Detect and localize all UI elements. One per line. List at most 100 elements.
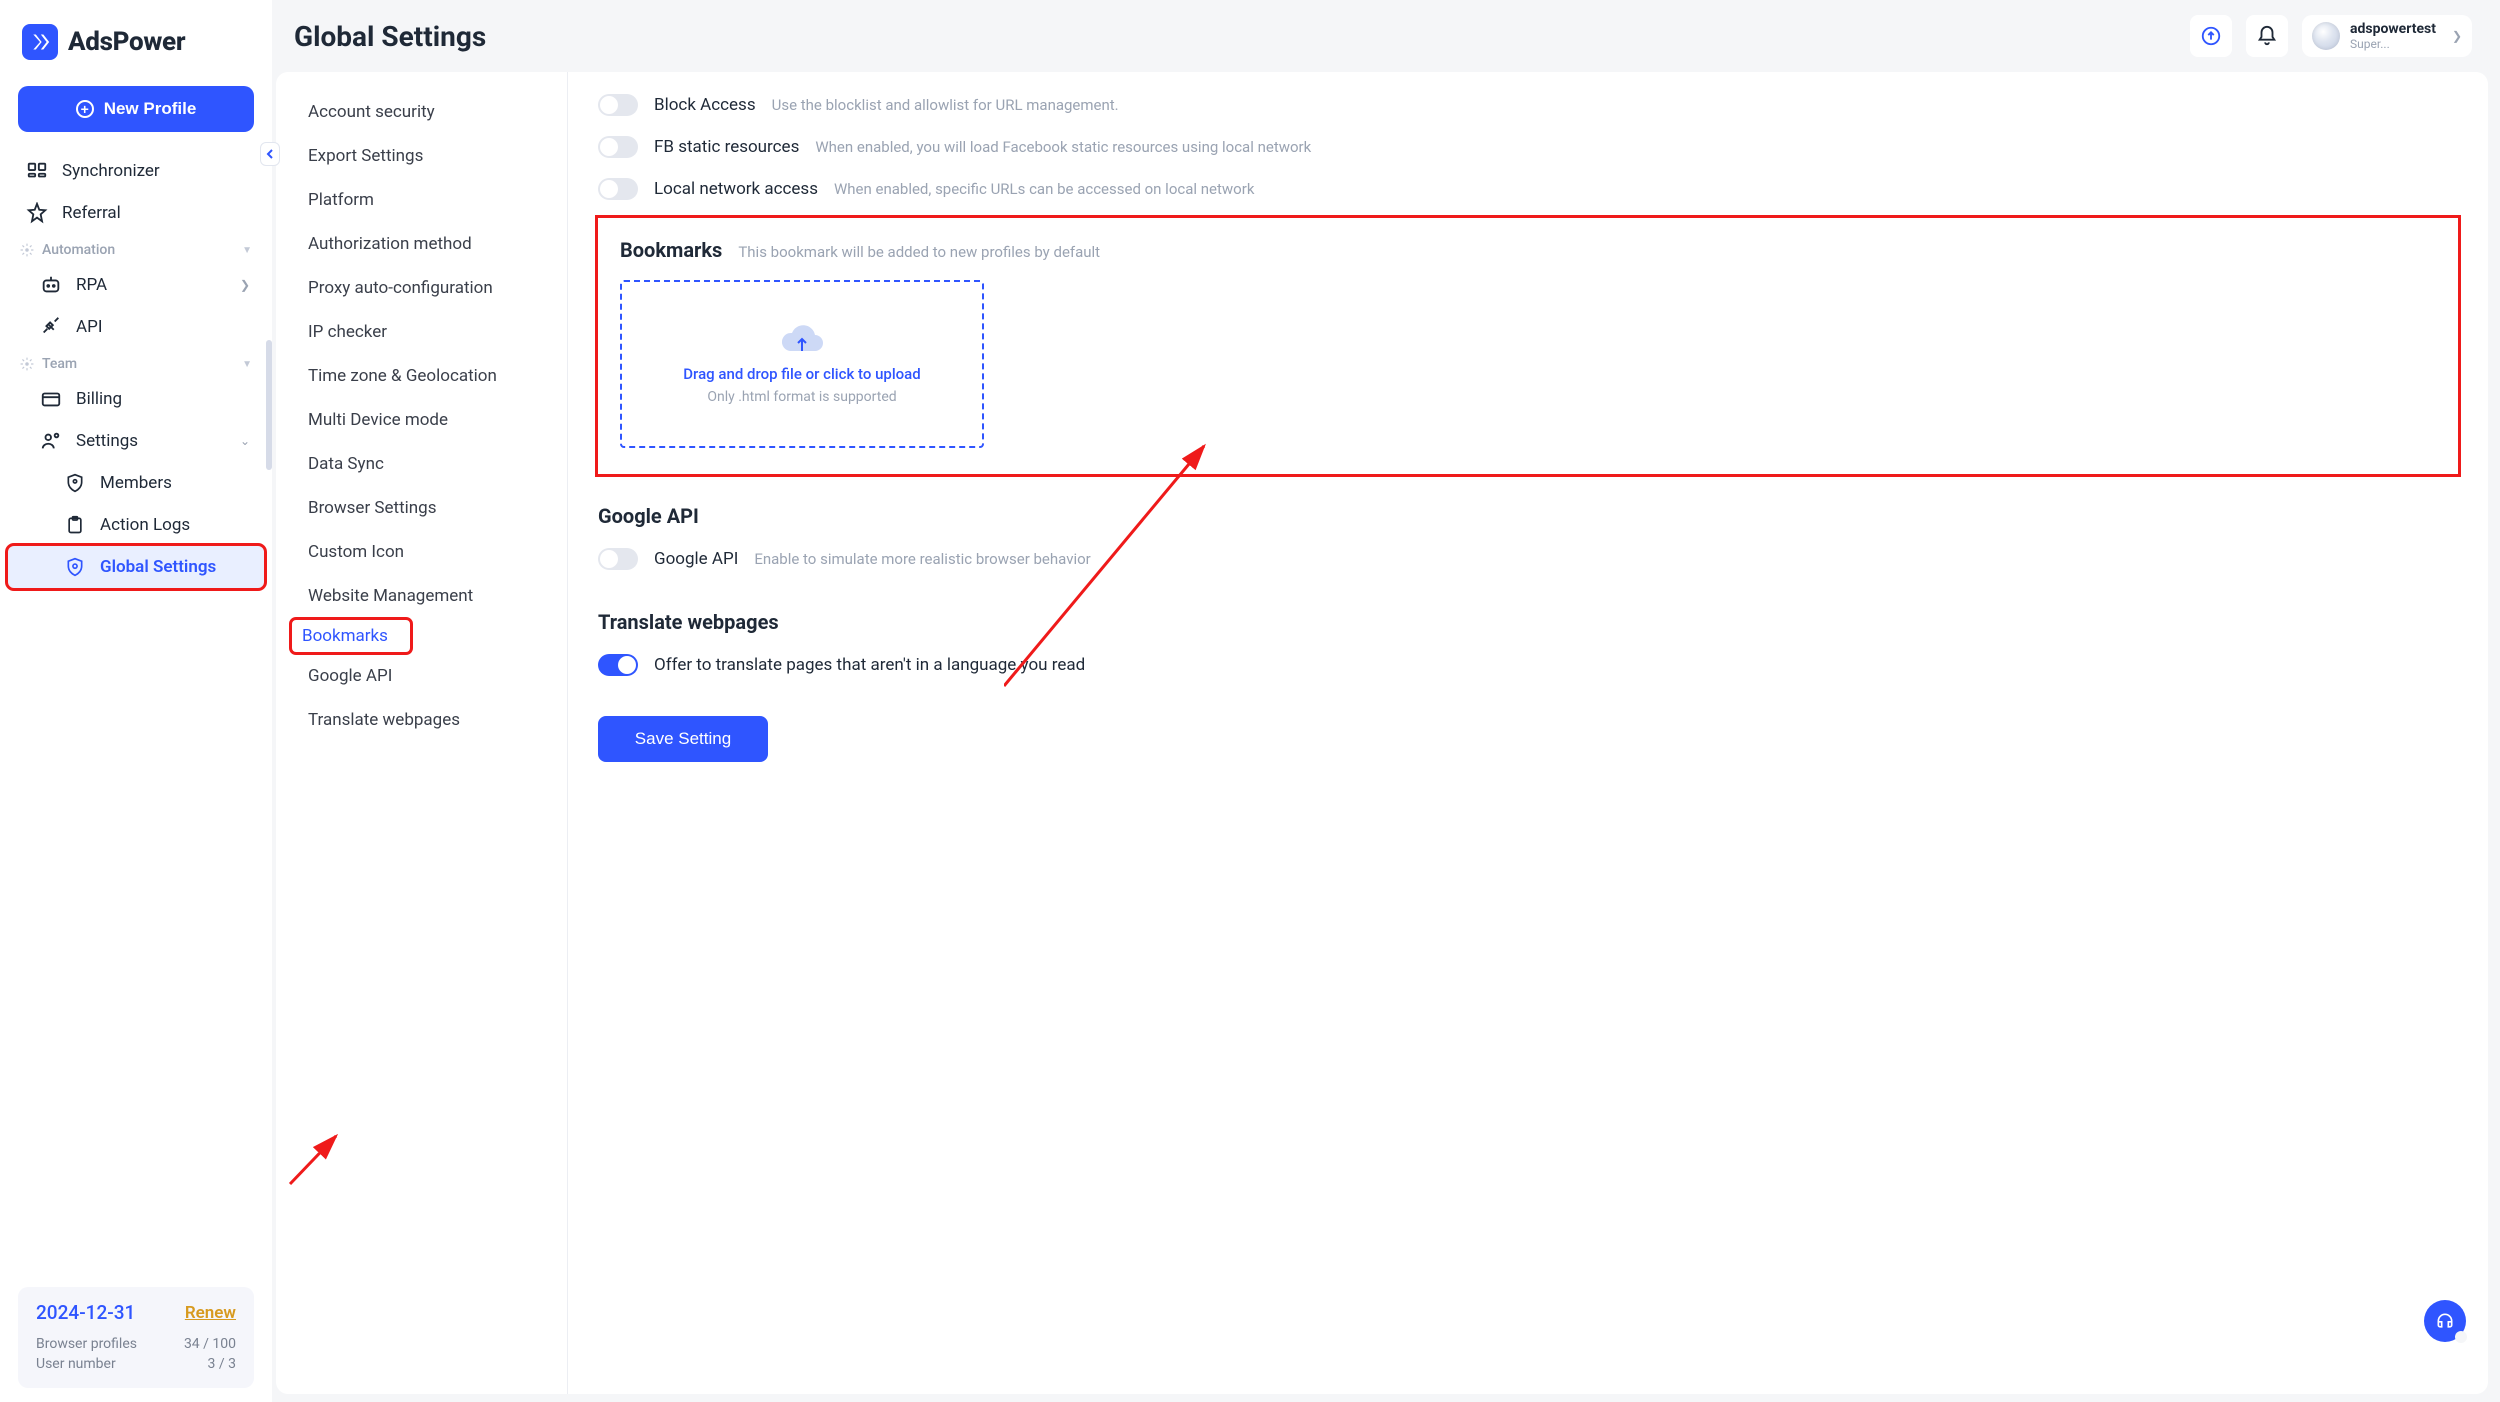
wallet-icon	[40, 388, 62, 410]
avatar	[2312, 22, 2340, 50]
settings-sections-nav: Account security Export Settings Platfor…	[276, 72, 568, 1394]
sidebar-nav: Synchronizer Referral Automation ▼ RPA ❯…	[0, 146, 272, 1277]
bookmarks-hint: This bookmark will be added to new profi…	[738, 243, 1100, 261]
translate-label: Offer to translate pages that aren't in …	[654, 655, 1085, 675]
settings-content: Block Access Use the blocklist and allow…	[568, 72, 2488, 1394]
collapse-sidebar-button[interactable]	[260, 142, 280, 166]
headset-icon	[2435, 1311, 2455, 1331]
brand-logo[interactable]: AdsPower	[0, 0, 272, 78]
settings-nav-ip-checker[interactable]: IP checker	[284, 312, 559, 352]
settings-nav-platform[interactable]: Platform	[284, 180, 559, 220]
toggle-fb-static[interactable]	[598, 136, 638, 158]
settings-nav-custom-icon[interactable]: Custom Icon	[284, 532, 559, 572]
refresh-up-icon	[2200, 25, 2222, 47]
local-network-hint: When enabled, specific URLs can be acces…	[834, 180, 1254, 198]
profiles-label: Browser profiles	[36, 1336, 137, 1352]
translate-title: Translate webpages	[598, 610, 2458, 634]
page-title: Global Settings	[294, 20, 486, 53]
user-menu[interactable]: adspowertest Super... ❯	[2302, 15, 2472, 57]
settings-nav-data-sync[interactable]: Data Sync	[284, 444, 559, 484]
sync-icon	[26, 160, 48, 182]
row-fb-static: FB static resources When enabled, you wi…	[598, 126, 2458, 168]
chevron-left-icon	[266, 149, 274, 159]
sidebar-item-synchronizer[interactable]: Synchronizer	[8, 150, 264, 192]
sidebar-label: Synchronizer	[62, 161, 160, 181]
gear-icon	[20, 243, 34, 257]
sidebar-item-billing[interactable]: Billing	[8, 378, 264, 420]
chevron-down-icon: ⌄	[240, 434, 250, 448]
settings-nav-account-security[interactable]: Account security	[284, 92, 559, 132]
settings-nav-google-api[interactable]: Google API	[284, 656, 559, 696]
settings-nav-website-management[interactable]: Website Management	[284, 576, 559, 616]
section-automation: Automation ▼	[8, 234, 264, 264]
settings-nav-translate[interactable]: Translate webpages	[284, 700, 559, 740]
sidebar-scrollbar[interactable]	[266, 340, 272, 470]
sidebar-label: Action Logs	[100, 515, 190, 535]
google-api-label: Google API	[654, 549, 738, 569]
user-name: adspowertest	[2350, 21, 2436, 37]
sidebar-item-action-logs[interactable]: Action Logs	[8, 504, 264, 546]
settings-nav-browser-settings[interactable]: Browser Settings	[284, 488, 559, 528]
new-profile-button[interactable]: + New Profile	[18, 86, 254, 132]
google-api-section: Google API Google API Enable to simulate…	[598, 504, 2458, 580]
settings-nav-export-settings[interactable]: Export Settings	[284, 136, 559, 176]
bookmarks-upload-dropzone[interactable]: Drag and drop file or click to upload On…	[620, 280, 984, 448]
plug-icon	[40, 316, 62, 338]
settings-nav-timezone-geo[interactable]: Time zone & Geolocation	[284, 356, 559, 396]
users-value: 3 / 3	[208, 1356, 236, 1372]
notifications-button[interactable]	[2246, 15, 2288, 57]
fb-static-hint: When enabled, you will load Facebook sta…	[815, 138, 1311, 156]
sidebar-label: RPA	[76, 275, 107, 295]
cloud-upload-icon	[779, 323, 825, 359]
sidebar-label: Settings	[76, 431, 138, 451]
users-label: User number	[36, 1356, 116, 1372]
sidebar-item-settings[interactable]: Settings ⌄	[8, 420, 264, 462]
settings-nav-authorization-method[interactable]: Authorization method	[284, 224, 559, 264]
help-floating-button[interactable]	[2424, 1300, 2466, 1342]
sidebar-label: API	[76, 317, 102, 337]
sidebar-item-global-settings[interactable]: Global Settings	[8, 546, 264, 588]
sidebar-label: Members	[100, 473, 172, 493]
settings-nav-proxy-auto-config[interactable]: Proxy auto-configuration	[284, 268, 559, 308]
toggle-local-network[interactable]	[598, 178, 638, 200]
shield-person-icon	[64, 472, 86, 494]
plus-icon: +	[76, 100, 94, 118]
local-network-label: Local network access	[654, 179, 818, 199]
logo-icon	[22, 24, 58, 60]
google-api-title: Google API	[598, 504, 2458, 528]
sidebar-item-rpa[interactable]: RPA ❯	[8, 264, 264, 306]
sidebar-label: Referral	[62, 203, 121, 223]
new-profile-label: New Profile	[104, 99, 197, 119]
main-area: Global Settings adspowertest Super... ❯	[272, 0, 2500, 1402]
dropzone-main-text: Drag and drop file or click to upload	[683, 365, 920, 383]
renew-link[interactable]: Renew	[185, 1303, 236, 1323]
block-access-hint: Use the blocklist and allowlist for URL …	[772, 96, 1119, 114]
bell-icon	[2256, 25, 2278, 47]
app-root: AdsPower + New Profile Synchronizer Refe…	[0, 0, 2500, 1402]
sidebar-item-api[interactable]: API	[8, 306, 264, 348]
section-team: Team ▼	[8, 348, 264, 378]
star-icon	[26, 202, 48, 224]
settings-nav-bookmarks[interactable]: Bookmarks	[292, 620, 410, 652]
users-gear-icon	[40, 430, 62, 452]
account-summary-card: 2024-12-31 Renew Browser profiles 34 / 1…	[18, 1287, 254, 1388]
dropzone-sub-text: Only .html format is supported	[707, 389, 896, 405]
clipboard-icon	[64, 514, 86, 536]
toggle-block-access[interactable]	[598, 94, 638, 116]
sidebar-label: Billing	[76, 389, 122, 409]
sidebar-item-referral[interactable]: Referral	[8, 192, 264, 234]
row-block-access: Block Access Use the blocklist and allow…	[598, 84, 2458, 126]
toggle-google-api[interactable]	[598, 548, 638, 570]
sync-cloud-button[interactable]	[2190, 15, 2232, 57]
profiles-value: 34 / 100	[184, 1336, 236, 1352]
fb-static-label: FB static resources	[654, 137, 799, 157]
subscription-expiry: 2024-12-31	[36, 1301, 135, 1324]
row-local-network: Local network access When enabled, speci…	[598, 168, 2458, 210]
save-setting-button[interactable]: Save Setting	[598, 716, 768, 762]
caret-down-icon: ▼	[242, 245, 252, 256]
sidebar-item-members[interactable]: Members	[8, 462, 264, 504]
settings-nav-multi-device[interactable]: Multi Device mode	[284, 400, 559, 440]
brand-name: AdsPower	[68, 27, 185, 57]
robot-icon	[40, 274, 62, 296]
toggle-translate[interactable]	[598, 654, 638, 676]
